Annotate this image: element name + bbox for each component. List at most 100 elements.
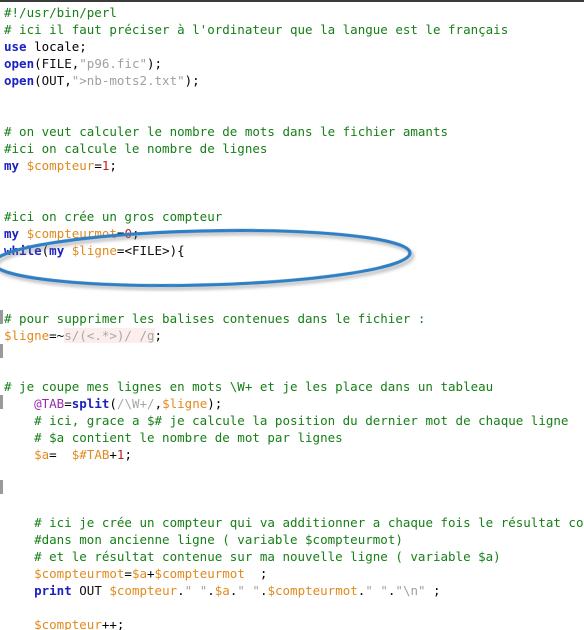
code-line[interactable]: #dans mon ancienne ligne ( variable $com… bbox=[0, 531, 584, 548]
token-keyword: split bbox=[71, 396, 110, 411]
token-punc: ; bbox=[244, 566, 268, 581]
code-line[interactable]: use locale; bbox=[0, 38, 584, 55]
token-punc: ); bbox=[184, 73, 200, 88]
code-editor[interactable]: #!/usr/bin/perl # ici il faut préciser à … bbox=[0, 0, 584, 630]
token-keyword: my bbox=[4, 158, 20, 173]
token-string: " " bbox=[237, 583, 260, 598]
code-line[interactable]: #!/usr/bin/perl bbox=[0, 4, 584, 21]
code-line[interactable] bbox=[0, 174, 584, 191]
token-comment: #ici on crée un gros compteur bbox=[4, 209, 223, 224]
code-line[interactable] bbox=[0, 344, 584, 361]
code-line[interactable] bbox=[0, 106, 584, 123]
token-var: $a bbox=[214, 583, 230, 598]
token-comment: # $a contient le nombre de mot par ligne… bbox=[34, 430, 343, 445]
code-line[interactable]: $compteur++; bbox=[0, 616, 584, 630]
token-punc: =~ bbox=[49, 328, 65, 343]
token-punc: ; bbox=[109, 158, 117, 173]
token-var: $a bbox=[131, 566, 148, 581]
code-line[interactable] bbox=[0, 276, 584, 293]
code-line[interactable] bbox=[0, 361, 584, 378]
token-punc: ; bbox=[154, 328, 163, 343]
token-punc: = bbox=[124, 566, 132, 581]
token-plain: locale bbox=[26, 39, 80, 54]
token-string: "p96.fic" bbox=[79, 56, 148, 71]
code-line[interactable]: # je coupe mes lignes en mots \W+ et je … bbox=[0, 378, 584, 395]
token-keyword: open bbox=[4, 73, 35, 88]
token-punc: ); bbox=[207, 396, 223, 411]
token-punc: + bbox=[109, 447, 117, 462]
token-comment: # je coupe mes lignes en mots \W+ et je … bbox=[4, 379, 494, 394]
token-punc: >){ bbox=[162, 243, 185, 258]
token-var: $compteurmot bbox=[26, 226, 117, 241]
code-line[interactable]: $ligne=~s/(<.*>)/ /g; bbox=[0, 327, 584, 344]
token-punc: ++; bbox=[101, 617, 125, 630]
token-var: $#TAB bbox=[71, 447, 110, 462]
token-comment: #ici on calcule le nombre de lignes bbox=[4, 141, 268, 156]
code-line[interactable]: my $compteur=1; bbox=[0, 157, 584, 174]
code-line[interactable]: $a= $#TAB+1; bbox=[0, 446, 584, 463]
code-line[interactable]: # et le résultat contenue sur ma nouvell… bbox=[0, 548, 584, 565]
code-line[interactable]: open(OUT,">nb-mots2.txt"); bbox=[0, 72, 584, 89]
token-punc: + bbox=[147, 566, 155, 581]
code-line[interactable]: #ici on calcule le nombre de lignes bbox=[0, 140, 584, 157]
code-line[interactable]: # on veut calculer le nombre de mots dan… bbox=[0, 123, 584, 140]
code-line[interactable]: open(FILE,"p96.fic"); bbox=[0, 55, 584, 72]
token-keyword: while bbox=[4, 243, 42, 258]
token-punc: ); bbox=[147, 56, 163, 71]
token-punc: = bbox=[94, 158, 102, 173]
code-line[interactable] bbox=[0, 259, 584, 276]
token-var: $ligne bbox=[162, 396, 208, 411]
code-line[interactable]: @TAB=split(/\W+/,$ligne); bbox=[0, 395, 584, 412]
token-keyword: use bbox=[4, 39, 27, 54]
code-line[interactable]: my $compteurmot=0; bbox=[0, 225, 584, 242]
token-comment: # on veut calculer le nombre de mots dan… bbox=[4, 124, 449, 139]
code-content[interactable]: #!/usr/bin/perl # ici il faut préciser à … bbox=[0, 4, 584, 630]
token-var: $compteurmot bbox=[154, 566, 245, 581]
token-punc: , bbox=[64, 73, 72, 88]
code-line[interactable] bbox=[0, 480, 584, 497]
token-array: @TAB bbox=[34, 396, 65, 411]
token-bareword: FILE bbox=[41, 56, 72, 71]
token-regex: /\W+/ bbox=[116, 396, 155, 411]
change-bar-1 bbox=[0, 344, 3, 358]
code-line[interactable]: # ici je crée un compteur qui va additio… bbox=[0, 514, 584, 531]
code-line[interactable]: # $a contient le nombre de mot par ligne… bbox=[0, 429, 584, 446]
code-line[interactable] bbox=[0, 89, 584, 106]
token-var: $compteurmot bbox=[34, 566, 125, 581]
code-line[interactable]: while(my $ligne=<FILE>){ bbox=[0, 242, 584, 259]
token-punc: ; bbox=[79, 39, 87, 54]
code-line[interactable]: # ici il faut préciser à l'ordinateur qu… bbox=[0, 21, 584, 38]
code-line[interactable]: #ici on crée un gros compteur bbox=[0, 208, 584, 225]
code-line[interactable] bbox=[0, 293, 584, 310]
code-line[interactable] bbox=[0, 191, 584, 208]
code-line[interactable] bbox=[0, 497, 584, 514]
token-comment: # ici il faut préciser à l'ordinateur qu… bbox=[4, 22, 509, 37]
token-comment: # et le résultat contenue sur ma nouvell… bbox=[34, 549, 501, 564]
token-regexhl: s/(<.*>)/ /g bbox=[64, 328, 155, 343]
token-keyword: open bbox=[4, 56, 35, 71]
token-punc: =< bbox=[116, 243, 132, 258]
token-string: "\n" bbox=[395, 583, 426, 598]
code-line[interactable] bbox=[0, 463, 584, 480]
token-punc: ( bbox=[34, 73, 42, 88]
token-keyword: my bbox=[49, 243, 65, 258]
code-line[interactable]: # pour supprimer les balises contenues d… bbox=[0, 310, 584, 327]
token-keyword: print bbox=[34, 583, 72, 598]
code-line[interactable]: $compteurmot=$a+$compteurmot ; bbox=[0, 565, 584, 582]
token-punc: ; bbox=[131, 226, 140, 241]
token-comment: #!/usr/bin/perl bbox=[4, 5, 117, 20]
token-comment: # ici je crée un compteur qui va additio… bbox=[34, 515, 584, 530]
token-punc: ( bbox=[34, 56, 42, 71]
code-line[interactable]: print OUT $compteur." ".$a." ".$compteur… bbox=[0, 582, 584, 599]
token-punc: = bbox=[64, 396, 72, 411]
code-line[interactable]: # ici, grace a $# je calcule la position… bbox=[0, 412, 584, 429]
change-bar-3 bbox=[0, 480, 3, 494]
token-var: $compteurmot bbox=[267, 583, 358, 598]
code-line[interactable] bbox=[0, 599, 584, 616]
